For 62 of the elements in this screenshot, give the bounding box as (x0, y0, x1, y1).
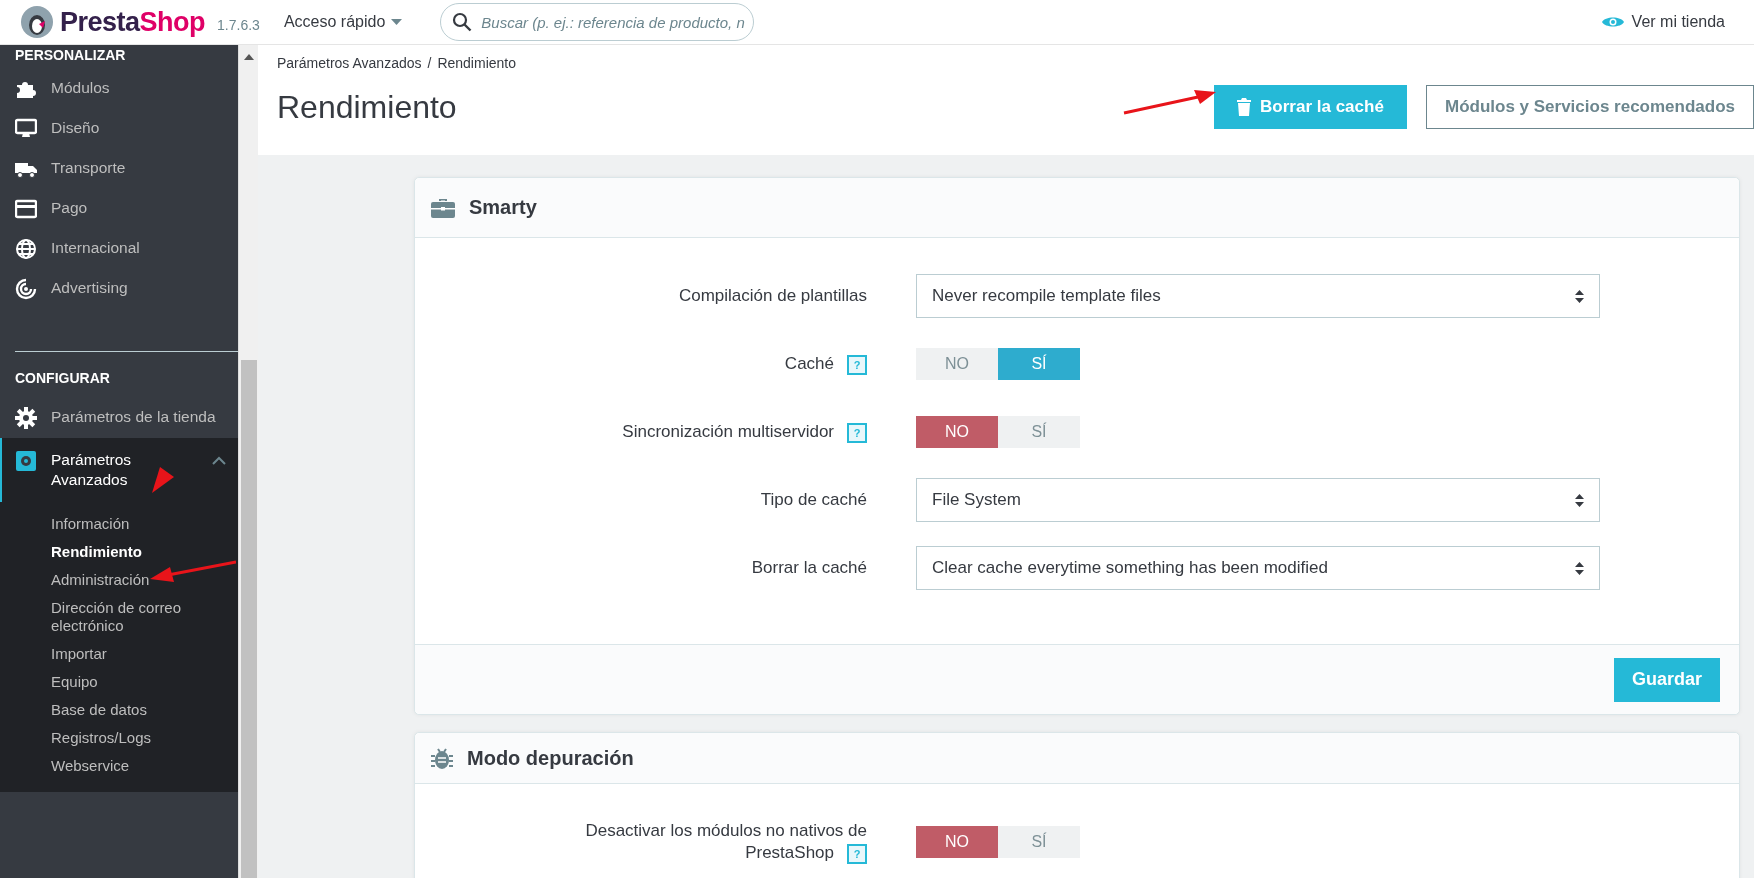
view-store-link[interactable]: Ver mi tienda (1601, 13, 1725, 31)
sidebar-item[interactable]: Advertising (0, 269, 238, 309)
panel-title: Smarty (469, 196, 537, 219)
eye-icon (1601, 15, 1624, 29)
submenu-item[interactable]: Importar (0, 640, 238, 668)
breadcrumb-separator: / (427, 55, 432, 71)
sidebar-item[interactable]: Pago (0, 189, 238, 229)
submenu-item[interactable]: Equipo (0, 668, 238, 696)
scrollbar-thumb[interactable] (240, 360, 257, 878)
sort-arrows-icon (1575, 289, 1584, 303)
submenu-item[interactable]: Dirección de correo electrónico (0, 594, 238, 640)
dropdown-select[interactable]: File System (916, 478, 1600, 522)
logo-text: PrestaShop (60, 6, 206, 38)
trash-icon (1237, 98, 1252, 116)
field-label: Tipo de caché (760, 490, 867, 509)
gear-square-icon (15, 450, 37, 472)
briefcase-icon (431, 197, 455, 218)
submenu-item[interactable]: Registros/Logs (0, 724, 238, 752)
section-title: PERSONALIZAR (14, 47, 127, 63)
target-icon (15, 278, 37, 300)
recommended-modules-button[interactable]: Módulos y Servicios recomendados (1425, 85, 1754, 129)
globe-icon (15, 238, 37, 260)
section-title: CONFIGURAR (14, 370, 111, 386)
dropdown-select[interactable]: Clear cache everytime something has been modified (916, 546, 1600, 590)
annotation-arrow (152, 467, 174, 493)
dropdown-select[interactable]: Never recompile template files (916, 274, 1600, 318)
breadcrumb-item[interactable]: Parámetros Avanzados (277, 55, 422, 71)
submenu-item[interactable]: Administración (0, 566, 238, 594)
submenu-item[interactable]: Información (0, 510, 238, 538)
field-label: Borrar la caché (751, 558, 867, 577)
caret-icon (391, 19, 403, 25)
sidebar-item[interactable]: Módulos (0, 69, 238, 109)
bug-icon (431, 746, 453, 770)
field-label: Desactivar los módulos no nativos de PrestaShop ? (585, 821, 867, 862)
sort-arrows-icon (1575, 561, 1584, 575)
gear-icon (15, 407, 37, 429)
submenu-item[interactable]: Base de datos (0, 696, 238, 724)
toggle-option[interactable]: NO (916, 416, 998, 448)
search-field[interactable]: Buscar (p. ej.: referencia de producto, n (440, 3, 755, 41)
scrollbar[interactable] (238, 45, 258, 878)
version-label: 1.7.6.3 (217, 17, 260, 33)
card-icon (15, 198, 37, 220)
sort-arrows-icon (1575, 493, 1584, 507)
scroll-up-arrow-icon (243, 54, 254, 60)
toggle-option[interactable]: NO (916, 826, 998, 858)
chevron-icon (212, 456, 226, 465)
panel-title: Modo depuración (467, 746, 634, 770)
logo-icon (20, 5, 54, 39)
field-label: Sincronización multiservidor ? (622, 422, 867, 441)
field-label: Caché ? (784, 354, 867, 373)
sidebar-item[interactable]: Parámetros Avanzados (0, 438, 238, 502)
sidebar-item[interactable]: Transporte (0, 149, 238, 189)
quick-access-dropdown[interactable]: Acceso rápido (283, 13, 403, 31)
page-title: Rendimiento (277, 88, 457, 126)
submenu-item[interactable]: Webservice (0, 752, 238, 780)
field-label: Compilación de plantillas (678, 286, 867, 305)
sidebar-item[interactable]: Internacional (0, 229, 238, 269)
sidebar-item[interactable]: Parámetros de la tienda (0, 398, 238, 438)
submenu-item[interactable]: Rendimiento (0, 538, 238, 566)
sidebar-item[interactable]: Diseño (0, 109, 238, 149)
monitor-icon (15, 118, 37, 140)
breadcrumb-item[interactable]: Rendimiento (437, 55, 516, 71)
